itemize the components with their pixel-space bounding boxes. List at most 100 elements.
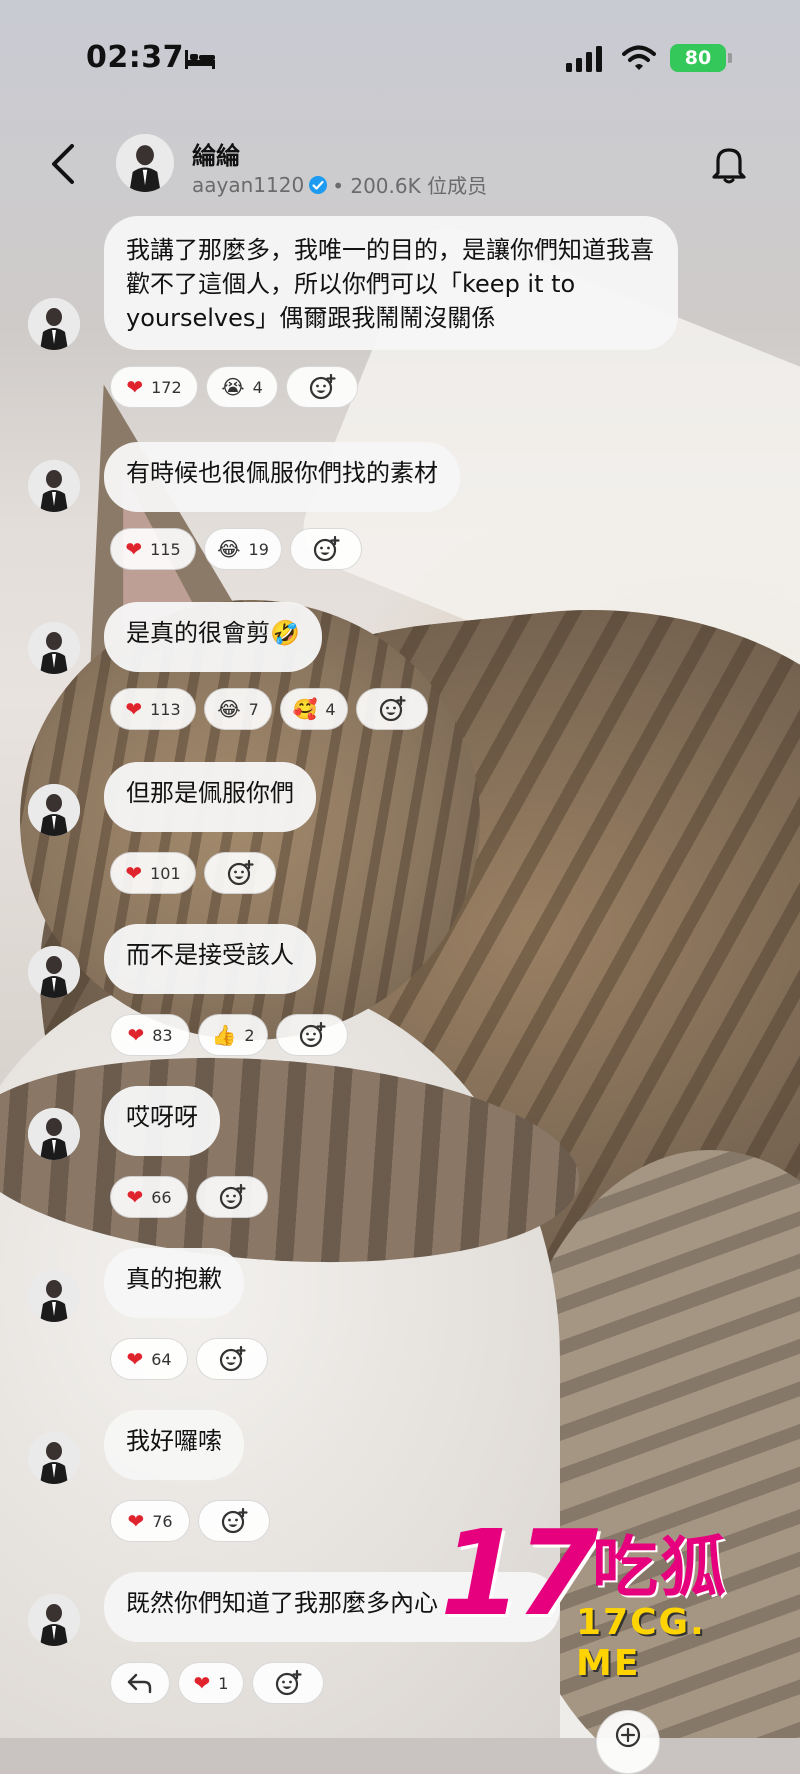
floating-add-button[interactable] [596, 1710, 660, 1774]
add-reaction-button[interactable] [196, 1176, 268, 1218]
message-text: 但那是佩服你們 [126, 779, 294, 807]
reaction-chip[interactable]: ❤ 113 [110, 688, 196, 730]
reaction-chip[interactable]: ❤ 1 [178, 1662, 244, 1704]
add-reaction-icon [615, 1722, 641, 1748]
signal-icon [566, 46, 602, 72]
add-reaction-icon [275, 1669, 302, 1696]
add-reaction-button[interactable] [286, 366, 358, 408]
reaction-emoji: ❤ [127, 1509, 145, 1533]
add-reaction-button[interactable] [356, 688, 428, 730]
reply-button[interactable] [110, 1662, 170, 1704]
back-icon[interactable] [46, 142, 80, 186]
reaction-count: 7 [248, 699, 259, 719]
message-bubble[interactable]: 是真的很會剪🤣 [104, 602, 322, 672]
message-avatar[interactable] [28, 1594, 80, 1646]
add-reaction-icon [219, 1183, 246, 1210]
message-text: 而不是接受該人 [126, 941, 294, 969]
message-bubble[interactable]: 我講了那麼多，我唯一的目的，是讓你們知道我喜歡不了這個人，所以你們可以「keep… [104, 216, 678, 350]
message-bubble[interactable]: 真的抱歉 [104, 1248, 244, 1318]
message-avatar[interactable] [28, 298, 80, 350]
add-reaction-button[interactable] [290, 528, 362, 570]
reaction-count: 172 [151, 377, 182, 397]
reaction-emoji: 👍 [211, 1023, 237, 1047]
reaction-chip[interactable]: ❤ 101 [110, 852, 196, 894]
reaction-chip[interactable]: ❤ 115 [110, 528, 196, 570]
reaction-chip[interactable]: ❤ 172 [110, 366, 198, 408]
add-reaction-button[interactable] [276, 1014, 348, 1056]
message-text: 我講了那麼多，我唯一的目的，是讓你們知道我喜歡不了這個人，所以你們可以「keep… [126, 236, 654, 332]
reaction-emoji: ❤ [126, 1347, 144, 1371]
add-reaction-button[interactable] [196, 1338, 268, 1380]
message-bubble[interactable]: 但那是佩服你們 [104, 762, 316, 832]
reaction-emoji: 🥰 [292, 697, 318, 721]
reaction-count: 1 [218, 1673, 229, 1693]
add-reaction-button[interactable] [198, 1500, 270, 1542]
message-text: 真的抱歉 [126, 1265, 222, 1293]
message-avatar[interactable] [28, 622, 80, 674]
message-avatar[interactable] [28, 1108, 80, 1160]
reaction-chip[interactable]: 😂 7 [204, 688, 272, 730]
reaction-chip[interactable]: 🥰 4 [280, 688, 348, 730]
reaction-bar: ❤ 113 😂 7 🥰 4 [110, 688, 428, 730]
reaction-chip[interactable]: 😭 4 [206, 366, 278, 408]
reaction-count: 83 [152, 1025, 173, 1045]
reaction-emoji: ❤ [125, 861, 143, 885]
message-text: 既然你們知道了我那麼多內心 [126, 1589, 438, 1617]
watermark-url: 17CG. ME [576, 1602, 706, 1684]
reply-icon [127, 1673, 152, 1694]
reaction-count: 66 [151, 1187, 172, 1207]
reaction-emoji: ❤ [125, 697, 143, 721]
reaction-count: 4 [252, 377, 263, 397]
message-bubble[interactable]: 有時候也很佩服你們找的素材 [104, 442, 460, 512]
verified-icon [309, 175, 328, 194]
reaction-chip[interactable]: ❤ 76 [110, 1500, 190, 1542]
reaction-bar: ❤ 115 😂 19 [110, 528, 362, 570]
battery-level: 80 [684, 47, 712, 69]
message-bubble[interactable]: 我好囉嗦 [104, 1410, 244, 1480]
message-avatar[interactable] [28, 1432, 80, 1484]
bell-icon[interactable] [710, 144, 748, 184]
reaction-chip[interactable]: 👍 2 [198, 1014, 268, 1056]
reaction-emoji: ❤ [125, 537, 143, 561]
reaction-bar: ❤ 64 [110, 1338, 268, 1380]
watermark-cn: 吃狐 [592, 1529, 728, 1606]
watermark-number: 17 [440, 1504, 598, 1642]
reaction-chip[interactable]: 😂 19 [204, 528, 282, 570]
reaction-count: 2 [244, 1025, 255, 1045]
add-reaction-icon [313, 535, 340, 562]
channel-name[interactable]: 綸綸 [192, 136, 240, 171]
reaction-bar: ❤ 101 [110, 852, 276, 894]
watermark-logo: 17 吃狐 17CG. ME [440, 1504, 780, 1684]
message-avatar[interactable] [28, 1270, 80, 1322]
channel-avatar[interactable] [116, 134, 174, 192]
bed-icon [185, 50, 215, 69]
reaction-emoji: ❤ [127, 1023, 145, 1047]
add-reaction-button[interactable] [204, 852, 276, 894]
message-text: 哎呀呀 [126, 1103, 198, 1131]
add-reaction-icon [219, 1345, 246, 1372]
reaction-count: 19 [248, 539, 269, 559]
message-avatar[interactable] [28, 784, 80, 836]
reaction-chip[interactable]: ❤ 64 [110, 1338, 188, 1380]
reaction-bar: ❤ 76 [110, 1500, 270, 1542]
message-bubble[interactable]: 而不是接受該人 [104, 924, 316, 994]
reaction-emoji: ❤ [126, 375, 144, 399]
reaction-chip[interactable]: ❤ 83 [110, 1014, 190, 1056]
reaction-count: 115 [150, 539, 181, 559]
channel-member-count: • 200.6K 位成员 [332, 174, 488, 198]
reaction-count: 4 [325, 699, 336, 719]
wifi-icon [622, 45, 656, 70]
reaction-count: 76 [152, 1511, 173, 1531]
message-text: 有時候也很佩服你們找的素材 [126, 459, 438, 487]
add-reaction-icon [379, 695, 406, 722]
reaction-emoji: 😭 [221, 375, 245, 399]
status-time: 02:37 [86, 40, 184, 75]
reaction-bar: ❤ 66 [110, 1176, 268, 1218]
reaction-emoji: 😂 [217, 537, 241, 561]
message-avatar[interactable] [28, 946, 80, 998]
message-avatar[interactable] [28, 460, 80, 512]
add-reaction-button[interactable] [252, 1662, 324, 1704]
reaction-count: 113 [150, 699, 181, 719]
message-bubble[interactable]: 哎呀呀 [104, 1086, 220, 1156]
reaction-chip[interactable]: ❤ 66 [110, 1176, 188, 1218]
